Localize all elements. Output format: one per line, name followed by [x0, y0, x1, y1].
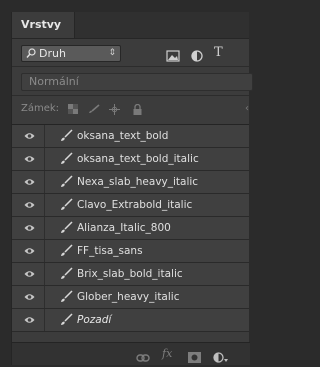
layer-row[interactable]: Glober_heavy_italic — [12, 286, 249, 309]
lock-row: Zámek: ‹ — [12, 95, 249, 124]
eye-icon — [24, 315, 35, 327]
adjustment-layer-icon[interactable] — [213, 348, 229, 367]
visibility-toggle[interactable] — [12, 309, 45, 331]
link-layers-icon[interactable] — [136, 348, 150, 367]
eye-icon — [24, 292, 35, 304]
visibility-toggle[interactable] — [12, 286, 45, 308]
layer-name: Brix_slab_bold_italic — [77, 268, 183, 280]
brush-icon — [60, 290, 73, 306]
eye-icon — [24, 269, 35, 281]
panel-tabbar: Vrstvy — [12, 12, 249, 39]
brush-icon — [60, 129, 73, 145]
layers-panel: Vrstvy Druh ⇕ T Normální Zámek: ‹ oksana… — [11, 12, 253, 365]
layer-name: Alianza_Italic_800 — [77, 222, 171, 234]
layers-list: oksana_text_bold oksana_text_bold_italic N… — [12, 124, 249, 332]
visibility-toggle[interactable] — [12, 217, 45, 239]
layer-row[interactable]: Clavo_Extrabold_italic — [12, 194, 249, 217]
search-icon — [26, 48, 36, 63]
fx-icon[interactable]: fx — [162, 347, 172, 360]
blend-mode-select[interactable]: Normální — [21, 73, 253, 91]
lock-transparency-icon[interactable] — [68, 104, 78, 117]
visibility-toggle[interactable] — [12, 194, 45, 216]
filter-kind-select[interactable]: Druh ⇕ — [21, 45, 121, 62]
updown-arrows-icon: ⇕ — [108, 48, 116, 58]
lock-all-icon[interactable] — [133, 103, 142, 118]
brush-icon — [60, 198, 73, 214]
adjustment-filter-icon[interactable] — [190, 47, 204, 62]
visibility-toggle[interactable] — [12, 148, 45, 170]
filter-row: Druh ⇕ T — [12, 39, 249, 66]
layer-row[interactable]: Pozadí — [12, 309, 249, 332]
lock-label: Zámek: — [21, 103, 60, 114]
blend-row: Normální — [12, 66, 253, 95]
eye-icon — [24, 131, 35, 143]
layer-name: oksana_text_bold_italic — [77, 153, 199, 165]
visibility-toggle[interactable] — [12, 263, 45, 285]
layer-mask-icon[interactable] — [188, 348, 201, 367]
brush-icon — [60, 152, 73, 168]
fill-label-clipped: ‹ — [245, 103, 249, 114]
layer-name: Glober_heavy_italic — [77, 291, 180, 303]
layer-row[interactable]: Nexa_slab_heavy_italic — [12, 171, 249, 194]
eye-icon — [24, 246, 35, 258]
lock-move-icon[interactable] — [109, 104, 120, 118]
brush-icon — [60, 267, 73, 283]
image-filter-icon[interactable] — [166, 47, 180, 62]
brush-icon — [60, 175, 73, 191]
visibility-toggle[interactable] — [12, 125, 45, 147]
brush-icon — [60, 313, 73, 329]
layer-name: Clavo_Extrabold_italic — [77, 199, 193, 211]
eye-icon — [24, 200, 35, 212]
layer-name: oksana_text_bold — [77, 130, 169, 142]
brush-icon — [60, 221, 73, 237]
layer-name: FF_tisa_sans — [77, 245, 143, 257]
eye-icon — [24, 154, 35, 166]
tab-layers[interactable]: Vrstvy — [12, 12, 75, 38]
type-filter-icon[interactable]: T — [214, 46, 228, 59]
eye-icon — [24, 177, 35, 189]
layer-row[interactable]: FF_tisa_sans — [12, 240, 249, 263]
visibility-toggle[interactable] — [12, 240, 45, 262]
layer-row[interactable]: Alianza_Italic_800 — [12, 217, 249, 240]
eye-icon — [24, 223, 35, 235]
layer-name: Pozadí — [77, 314, 112, 326]
layer-row[interactable]: Brix_slab_bold_italic — [12, 263, 249, 286]
layer-name: Nexa_slab_heavy_italic — [77, 176, 199, 188]
layer-row[interactable]: oksana_text_bold — [12, 125, 249, 148]
filter-kind-label: Druh — [39, 47, 66, 60]
visibility-toggle[interactable] — [12, 171, 45, 193]
lock-brush-icon[interactable] — [88, 104, 100, 117]
layer-row[interactable]: oksana_text_bold_italic — [12, 148, 249, 171]
brush-icon — [60, 244, 73, 260]
panel-bottom-bar: fx — [12, 342, 250, 365]
